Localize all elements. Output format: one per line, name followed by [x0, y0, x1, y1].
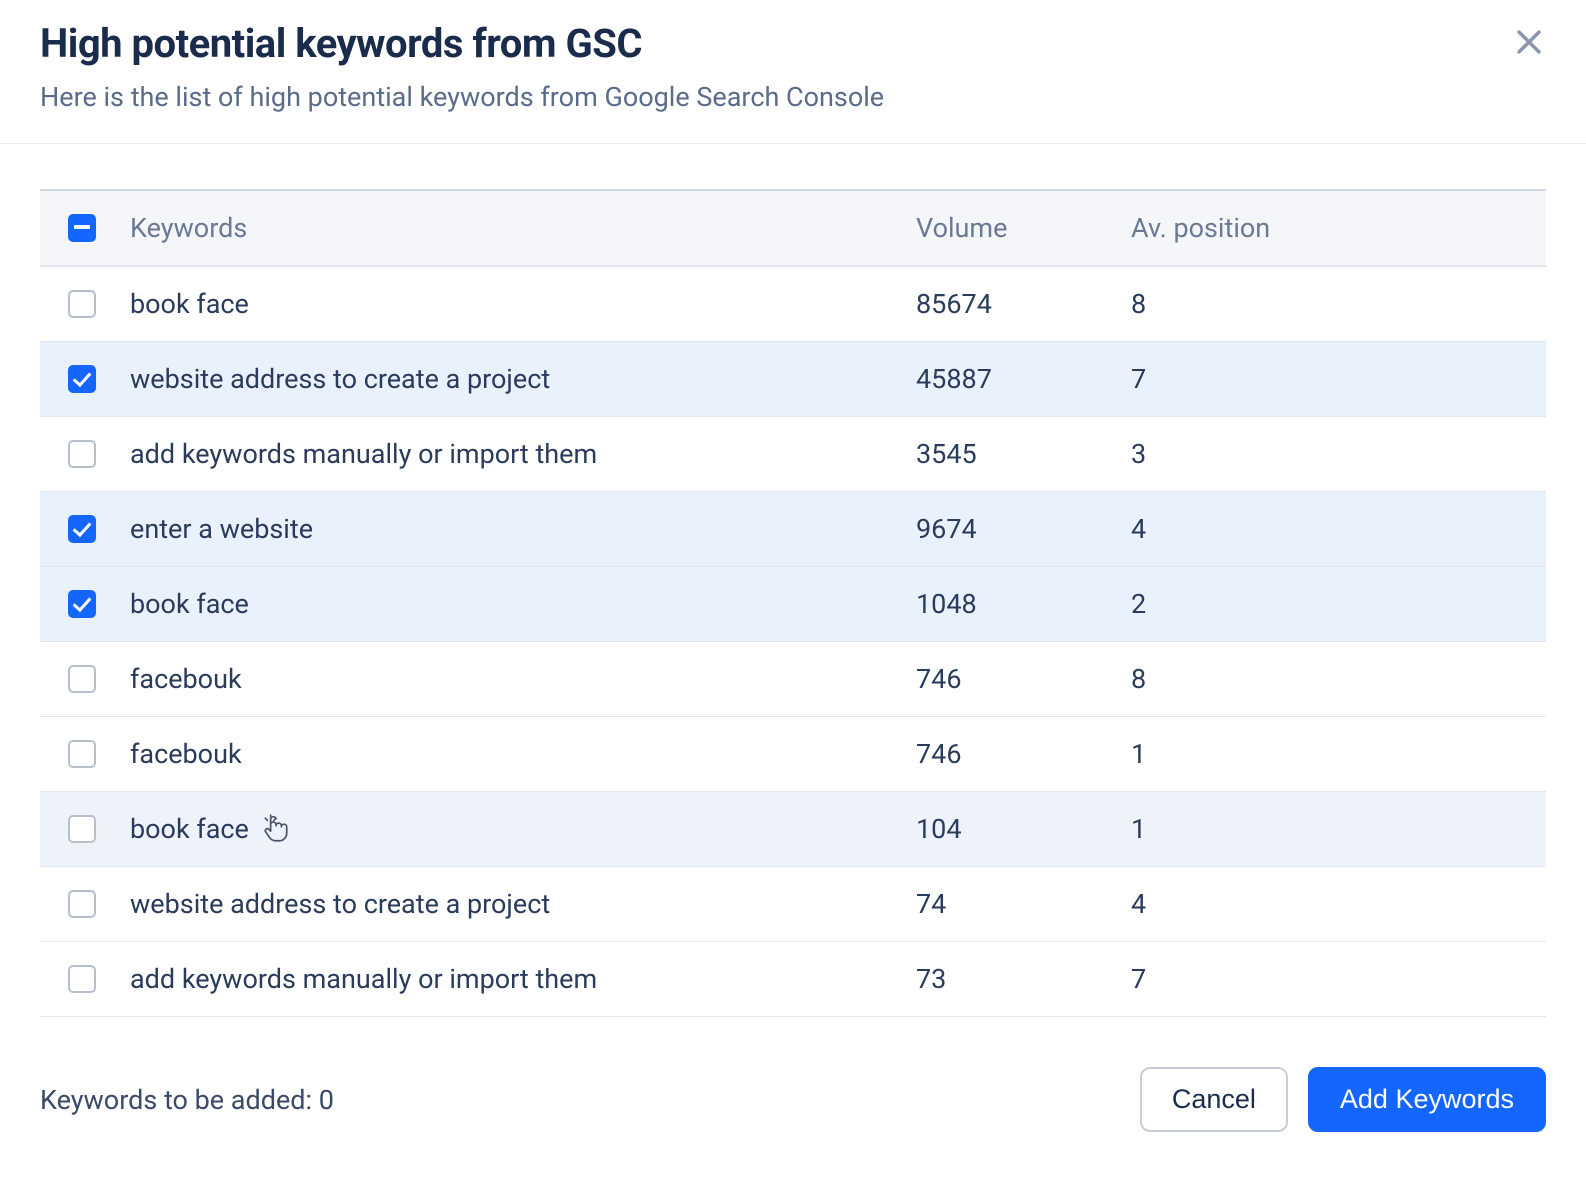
table-body: book face 85674 8 website address to cre… — [40, 267, 1546, 1017]
keywords-count-label: Keywords to be added: 0 — [40, 1084, 334, 1116]
row-checkbox[interactable] — [68, 740, 96, 768]
column-header-position[interactable]: Av. position — [1131, 212, 1546, 244]
table-row[interactable]: enter a website 9674 4 — [40, 492, 1546, 567]
row-checkbox[interactable] — [68, 515, 96, 543]
column-header-volume[interactable]: Volume — [916, 212, 1131, 244]
row-checkbox[interactable] — [68, 440, 96, 468]
position-cell: 4 — [1131, 513, 1546, 545]
keyword-cell: book face — [130, 813, 249, 845]
row-checkbox[interactable] — [68, 890, 96, 918]
cancel-button[interactable]: Cancel — [1140, 1067, 1288, 1132]
table-row[interactable]: website address to create a project 74 4 — [40, 867, 1546, 942]
position-cell: 8 — [1131, 663, 1546, 695]
table-row[interactable]: book face 1048 2 — [40, 567, 1546, 642]
position-cell: 7 — [1131, 963, 1546, 995]
table-row[interactable]: website address to create a project 4588… — [40, 342, 1546, 417]
row-checkbox[interactable] — [68, 665, 96, 693]
keyword-cell: facebouk — [130, 663, 242, 695]
keyword-cell: book face — [130, 588, 249, 620]
keyword-cell: website address to create a project — [130, 888, 550, 920]
table-row[interactable]: book face 104 1 — [40, 792, 1546, 867]
close-icon — [1512, 25, 1546, 59]
keyword-cell: add keywords manually or import them — [130, 438, 597, 470]
modal-footer: Keywords to be added: 0 Cancel Add Keywo… — [0, 1017, 1586, 1132]
position-cell: 7 — [1131, 363, 1546, 395]
volume-cell: 74 — [916, 888, 1131, 920]
table-row[interactable]: add keywords manually or import them 354… — [40, 417, 1546, 492]
position-cell: 3 — [1131, 438, 1546, 470]
table-row[interactable]: add keywords manually or import them 73 … — [40, 942, 1546, 1017]
keyword-cell: facebouk — [130, 738, 242, 770]
volume-cell: 73 — [916, 963, 1131, 995]
page-subtitle: Here is the list of high potential keywo… — [40, 81, 1546, 113]
row-checkbox[interactable] — [68, 290, 96, 318]
add-keywords-button[interactable]: Add Keywords — [1308, 1067, 1546, 1132]
volume-cell: 85674 — [916, 288, 1131, 320]
position-cell: 8 — [1131, 288, 1546, 320]
position-cell: 1 — [1131, 813, 1546, 845]
keywords-count-prefix: Keywords to be added: — [40, 1084, 319, 1116]
volume-cell: 9674 — [916, 513, 1131, 545]
table-row[interactable]: facebouk 746 8 — [40, 642, 1546, 717]
page-title: High potential keywords from GSC — [40, 20, 1546, 67]
table-header: Keywords Volume Av. position — [40, 191, 1546, 267]
modal-header: High potential keywords from GSC Here is… — [0, 20, 1586, 144]
volume-cell: 45887 — [916, 363, 1131, 395]
close-button[interactable] — [1512, 25, 1546, 59]
keyword-cell: add keywords manually or import them — [130, 963, 597, 995]
pointer-cursor-icon — [263, 814, 289, 844]
keyword-cell: website address to create a project — [130, 363, 550, 395]
volume-cell: 1048 — [916, 588, 1131, 620]
row-checkbox[interactable] — [68, 965, 96, 993]
volume-cell: 3545 — [916, 438, 1131, 470]
select-all-checkbox[interactable] — [68, 214, 96, 242]
volume-cell: 746 — [916, 738, 1131, 770]
keyword-cell: enter a website — [130, 513, 313, 545]
volume-cell: 104 — [916, 813, 1131, 845]
keywords-table: Keywords Volume Av. position book face 8… — [40, 189, 1546, 1017]
position-cell: 2 — [1131, 588, 1546, 620]
row-checkbox[interactable] — [68, 365, 96, 393]
position-cell: 4 — [1131, 888, 1546, 920]
volume-cell: 746 — [916, 663, 1131, 695]
table-row[interactable]: book face 85674 8 — [40, 267, 1546, 342]
position-cell: 1 — [1131, 738, 1546, 770]
keywords-count-value: 0 — [319, 1084, 334, 1116]
row-checkbox[interactable] — [68, 815, 96, 843]
keywords-table-container: Keywords Volume Av. position book face 8… — [0, 144, 1586, 1017]
keyword-cell: book face — [130, 288, 249, 320]
column-header-keywords[interactable]: Keywords — [130, 212, 916, 244]
table-row[interactable]: facebouk 746 1 — [40, 717, 1546, 792]
row-checkbox[interactable] — [68, 590, 96, 618]
